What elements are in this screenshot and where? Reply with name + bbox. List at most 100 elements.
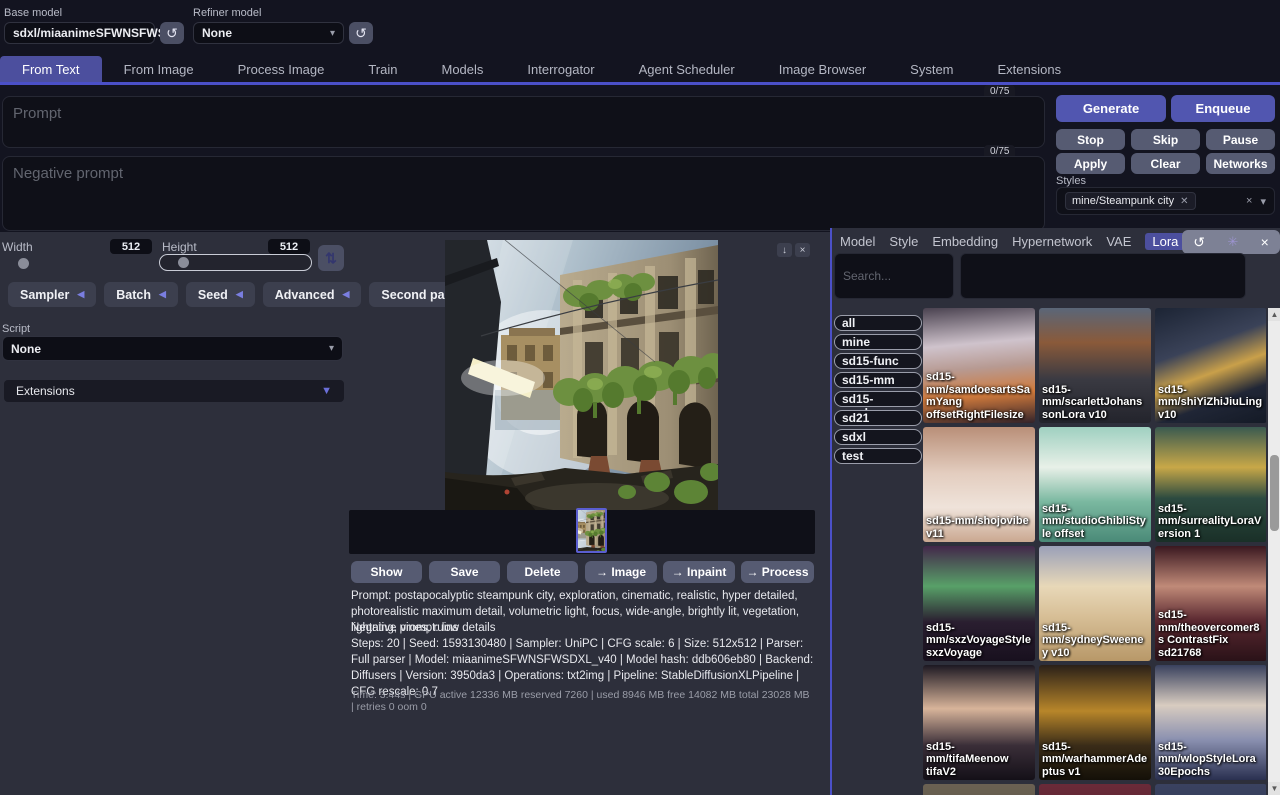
lora-card[interactable]: [1155, 784, 1266, 795]
tab-models[interactable]: Models: [419, 56, 505, 82]
lora-card-label: sd15-mm/theovercomer8s ContrastFix sd217…: [1158, 609, 1264, 659]
prompt-input[interactable]: [2, 96, 1045, 148]
scrollbar-thumb[interactable]: [1270, 455, 1279, 531]
enqueue-button[interactable]: Enqueue: [1171, 95, 1275, 122]
base-model-refresh-button[interactable]: ↺: [160, 22, 184, 44]
refiner-model-dropdown[interactable]: None ▾: [193, 22, 344, 44]
networks-tab-embedding[interactable]: Embedding: [932, 234, 998, 249]
width-label: Width: [2, 240, 33, 254]
height-slider-handle[interactable]: [178, 257, 189, 268]
mesh-icon[interactable]: ✳: [1227, 234, 1238, 250]
stop-button[interactable]: Stop: [1056, 129, 1125, 150]
networks-tab-vae[interactable]: VAE: [1106, 234, 1131, 249]
category-mine[interactable]: mine: [834, 334, 922, 350]
close-icon[interactable]: ×: [1261, 234, 1269, 250]
accordion-seed[interactable]: Seed◀: [186, 282, 255, 307]
lora-card[interactable]: sd15-mm/shiYiZhiJiuLing v10: [1155, 308, 1266, 423]
style-tag[interactable]: mine/Steampunk city ✕: [1065, 192, 1196, 210]
category-sd21[interactable]: sd21: [834, 410, 922, 426]
lora-grid-scrollbar[interactable]: ▲ ▼: [1268, 308, 1280, 795]
swap-dimensions-button[interactable]: ⇅: [318, 245, 344, 271]
clear-button[interactable]: Clear: [1131, 153, 1200, 174]
height-value[interactable]: 512: [268, 239, 310, 254]
send-to-inpaint-button[interactable]: → Inpaint: [663, 561, 735, 583]
networks-description-box[interactable]: [960, 253, 1246, 299]
script-dropdown[interactable]: None ▾: [2, 336, 343, 361]
tab-train[interactable]: Train: [346, 56, 419, 82]
networks-tab-hypernetwork[interactable]: Hypernetwork: [1012, 234, 1092, 249]
generate-button[interactable]: Generate: [1056, 95, 1166, 122]
top-region: Base model sdxl/miaanimeSFWNSFWS ▾ ↺ Ref…: [0, 0, 1280, 232]
scroll-up-icon[interactable]: ▲: [1268, 308, 1280, 321]
base-model-label: Base model: [4, 7, 62, 19]
lora-card[interactable]: [1039, 784, 1151, 795]
refiner-model-refresh-button[interactable]: ↺: [349, 22, 373, 44]
lora-card[interactable]: sd15-mm/samdoesartsSamYang offsetRightFi…: [923, 308, 1035, 423]
triangle-left-icon: ◀: [159, 289, 166, 300]
networks-tab-model[interactable]: Model: [840, 234, 875, 249]
lora-card[interactable]: sd15-mm/scarlettJohanssonLora v10: [1039, 308, 1151, 423]
scroll-down-icon[interactable]: ▼: [1268, 782, 1280, 795]
apply-button[interactable]: Apply: [1056, 153, 1125, 174]
width-slider[interactable]: [18, 258, 29, 269]
lora-card[interactable]: sd15-mm/theovercomer8s ContrastFix sd217…: [1155, 546, 1266, 661]
networks-tab-lora[interactable]: Lora: [1145, 233, 1185, 250]
lora-card[interactable]: sd15-mm/surrealityLoraVersion 1: [1155, 427, 1266, 542]
tab-interrogator[interactable]: Interrogator: [505, 56, 616, 82]
styles-select[interactable]: mine/Steampunk city ✕ × ▾: [1056, 187, 1275, 215]
gallery-thumbnail-selected[interactable]: [576, 508, 607, 553]
tab-system[interactable]: System: [888, 56, 975, 82]
save-button[interactable]: Save: [429, 561, 500, 583]
tab-agent-scheduler[interactable]: Agent Scheduler: [617, 56, 757, 82]
base-model-dropdown[interactable]: sdxl/miaanimeSFWNSFWS ▾: [4, 22, 155, 44]
networks-panel: Model Style Embedding Hypernetwork VAE L…: [830, 228, 1280, 795]
tab-from-text[interactable]: From Text: [0, 56, 102, 82]
negative-prompt-input[interactable]: [2, 156, 1045, 231]
networks-category-list: all mine sd15-func sd15-mm sd15-random s…: [834, 315, 922, 464]
lora-card[interactable]: sd15-mm/warhammerAdeptus v1: [1039, 665, 1151, 780]
accordion-batch[interactable]: Batch◀: [104, 282, 178, 307]
generated-image[interactable]: [445, 240, 718, 512]
triangle-left-icon: ◀: [342, 289, 349, 300]
skip-button[interactable]: Skip: [1131, 129, 1200, 150]
lora-card[interactable]: sd15-mm/wlopStyleLora 30Epochs: [1155, 665, 1266, 780]
networks-tab-style[interactable]: Style: [889, 234, 918, 249]
lora-card[interactable]: [923, 784, 1035, 795]
width-value[interactable]: 512: [110, 239, 152, 254]
category-sdxl[interactable]: sdxl: [834, 429, 922, 445]
chevron-down-icon[interactable]: ▾: [1260, 195, 1266, 208]
accordion-advanced[interactable]: Advanced◀: [263, 282, 362, 307]
tab-from-image[interactable]: From Image: [102, 56, 216, 82]
height-slider[interactable]: [159, 254, 312, 271]
lora-card[interactable]: sd15-mm/shojovibe v11: [923, 427, 1035, 542]
lora-card-grid: sd15-mm/samdoesartsSamYang offsetRightFi…: [923, 308, 1266, 795]
remove-style-icon[interactable]: ✕: [1180, 196, 1188, 207]
accordion-sampler[interactable]: Sampler◀: [8, 282, 96, 307]
tab-extensions[interactable]: Extensions: [976, 56, 1084, 82]
pause-button[interactable]: Pause: [1206, 129, 1275, 150]
lora-card[interactable]: sd15-mm/sydneySweeney v10: [1039, 546, 1151, 661]
category-test[interactable]: test: [834, 448, 922, 464]
tab-process-image[interactable]: Process Image: [216, 56, 347, 82]
accordion-row: Sampler◀ Batch◀ Seed◀ Advanced◀ Second p…: [8, 282, 485, 307]
refresh-icon[interactable]: ↺: [1193, 234, 1205, 251]
download-image-button[interactable]: ↓: [777, 243, 792, 257]
delete-button[interactable]: Delete: [507, 561, 578, 583]
send-to-process-button[interactable]: → Process: [741, 561, 814, 583]
lora-card-label: sd15-mm/samdoesartsSamYang offsetRightFi…: [926, 371, 1032, 421]
close-gallery-button[interactable]: ×: [795, 243, 810, 257]
show-button[interactable]: Show: [351, 561, 422, 583]
category-sd15-mm[interactable]: sd15-mm: [834, 372, 922, 388]
category-all[interactable]: all: [834, 315, 922, 331]
extensions-accordion[interactable]: Extensions ▼: [4, 380, 344, 402]
lora-card[interactable]: sd15-mm/tifaMeenow tifaV2: [923, 665, 1035, 780]
send-to-image-button[interactable]: → Image: [585, 561, 657, 583]
lora-card[interactable]: sd15-mm/sxzVoyageStyle sxzVoyage: [923, 546, 1035, 661]
category-sd15-func[interactable]: sd15-func: [834, 353, 922, 369]
tab-image-browser[interactable]: Image Browser: [757, 56, 888, 82]
lora-card[interactable]: sd15-mm/studioGhibliStyle offset: [1039, 427, 1151, 542]
category-sd15-random[interactable]: sd15-random: [834, 391, 922, 407]
networks-search-input[interactable]: [834, 253, 954, 299]
networks-button[interactable]: Networks: [1206, 153, 1275, 174]
clear-styles-icon[interactable]: ×: [1246, 195, 1252, 208]
